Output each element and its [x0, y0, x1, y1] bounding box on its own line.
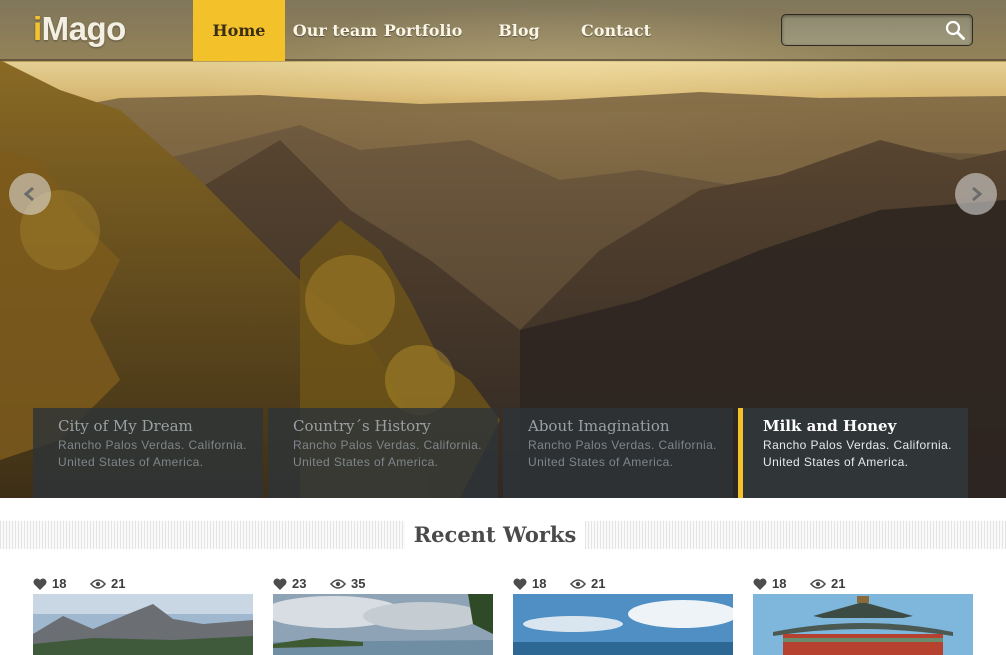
eye-icon	[330, 578, 346, 589]
work-stats: 18 21	[513, 575, 733, 593]
eye-icon	[570, 578, 586, 589]
views-stat: 35	[330, 576, 365, 591]
views-count: 21	[831, 576, 846, 591]
likes-count: 23	[292, 576, 307, 591]
thumbnail-clouds-lake-image	[273, 594, 493, 655]
work-card[interactable]: 18 21	[513, 575, 733, 655]
chevron-right-icon	[972, 186, 983, 202]
thumbnail-pagoda-image	[753, 594, 973, 655]
slider-captions: City of My Dream Rancho Palos Verdas. Ca…	[33, 408, 968, 498]
caption-description: Rancho Palos Verdas. California. United …	[293, 438, 482, 469]
caption-title: About Imagination	[528, 417, 670, 435]
views-count: 35	[351, 576, 366, 591]
thumbnail-sea-sky-image	[513, 594, 733, 655]
chevron-left-icon	[23, 186, 34, 202]
nav-item-our-team[interactable]: Our team	[285, 0, 385, 61]
eye-icon	[810, 578, 826, 589]
main-nav: Home Our team Portfolio Blog Contact	[193, 0, 655, 61]
views-stat: 21	[570, 576, 605, 591]
work-card[interactable]: 18 21	[753, 575, 973, 655]
logo-prefix: i	[33, 10, 42, 47]
likes-stat[interactable]: 23	[273, 576, 306, 591]
section-title-recent-works: Recent Works	[405, 519, 585, 551]
likes-stat[interactable]: 18	[513, 576, 546, 591]
work-stats: 23 35	[273, 575, 493, 593]
slider-next-button[interactable]	[955, 173, 997, 215]
slide-caption[interactable]: Country´s History Rancho Palos Verdas. C…	[268, 408, 498, 498]
heart-icon	[33, 578, 47, 590]
heart-icon	[513, 578, 527, 590]
work-thumbnail[interactable]	[33, 594, 253, 655]
nav-item-contact[interactable]: Contact	[577, 0, 655, 61]
search-icon[interactable]	[944, 19, 966, 41]
caption-title: City of My Dream	[58, 417, 193, 435]
search-box	[781, 14, 973, 46]
caption-title: Milk and Honey	[763, 417, 897, 435]
top-nav-bar: iMago Home Our team Portfolio Blog Conta…	[0, 0, 1006, 61]
caption-title: Country´s History	[293, 417, 431, 435]
likes-count: 18	[52, 576, 67, 591]
views-count: 21	[591, 576, 606, 591]
work-stats: 18 21	[33, 575, 253, 593]
views-stat: 21	[90, 576, 125, 591]
work-card[interactable]: 23 35	[273, 575, 493, 655]
slide-caption[interactable]: About Imagination Rancho Palos Verdas. C…	[503, 408, 733, 498]
likes-stat[interactable]: 18	[753, 576, 786, 591]
caption-description: Rancho Palos Verdas. California. United …	[763, 438, 952, 469]
work-thumbnail[interactable]	[273, 594, 493, 655]
thumbnail-mountain-image	[33, 594, 253, 655]
caption-description: Rancho Palos Verdas. California. United …	[58, 438, 247, 469]
caption-description: Rancho Palos Verdas. California. United …	[528, 438, 717, 469]
likes-stat[interactable]: 18	[33, 576, 66, 591]
slide-caption[interactable]: City of My Dream Rancho Palos Verdas. Ca…	[33, 408, 263, 498]
slider-prev-button[interactable]	[9, 173, 51, 215]
site-logo[interactable]: iMago	[33, 10, 126, 48]
slide-caption-active[interactable]: Milk and Honey Rancho Palos Verdas. Cali…	[738, 408, 968, 498]
work-thumbnail[interactable]	[513, 594, 733, 655]
nav-item-portfolio[interactable]: Portfolio	[384, 0, 462, 61]
search-input[interactable]	[788, 20, 938, 40]
logo-rest: Mago	[41, 10, 127, 47]
nav-item-home[interactable]: Home	[193, 0, 285, 61]
heart-icon	[273, 578, 287, 590]
work-card[interactable]: 18 21	[33, 575, 253, 655]
work-stats: 18 21	[753, 575, 973, 593]
likes-count: 18	[532, 576, 547, 591]
views-count: 21	[111, 576, 126, 591]
likes-count: 18	[772, 576, 787, 591]
eye-icon	[90, 578, 106, 589]
work-thumbnail[interactable]	[753, 594, 973, 655]
nav-item-blog[interactable]: Blog	[461, 0, 577, 61]
views-stat: 21	[810, 576, 845, 591]
heart-icon	[753, 578, 767, 590]
